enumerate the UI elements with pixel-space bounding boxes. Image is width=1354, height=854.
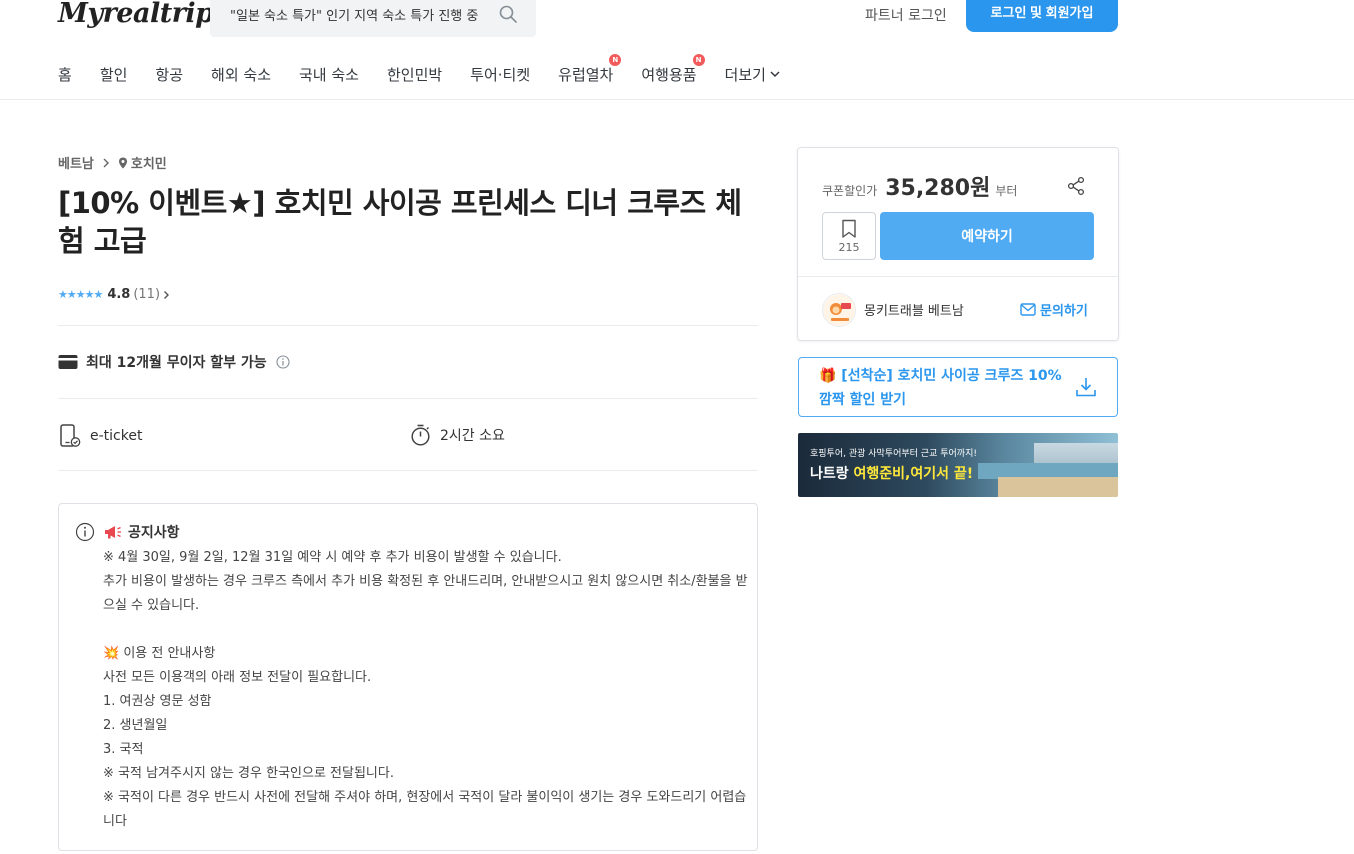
divider xyxy=(58,398,758,399)
logo[interactable]: Myrealtrip xyxy=(58,0,214,29)
nav-item-discount[interactable]: 할인 xyxy=(100,64,128,84)
info-icon[interactable] xyxy=(276,355,290,369)
price-suffix: 부터 xyxy=(995,184,1018,198)
notice-box: 공지사항 ※ 4월 30일, 9월 2일, 12월 31일 예약 시 예약 후 … xyxy=(58,503,758,851)
download-icon xyxy=(1076,378,1096,397)
notice-header: 공지사항 xyxy=(75,522,180,542)
new-badge: N xyxy=(692,54,705,66)
header: Myrealtrip "일본 숙소 특가" 인기 지역 숙소 특가 진행 중 파… xyxy=(0,0,1354,100)
nav-item-more[interactable]: 더보기 xyxy=(725,64,781,84)
notice-content: ※ 4월 30일, 9월 2일, 12월 31일 예약 시 예약 후 추가 비용… xyxy=(103,546,748,834)
breadcrumb-city[interactable]: 호치민 xyxy=(131,153,167,172)
rating-summary[interactable]: ★★★★★ 4.8 (11) xyxy=(58,287,170,302)
share-icon[interactable] xyxy=(1066,176,1086,196)
breadcrumb-country[interactable]: 베트남 xyxy=(58,153,94,172)
wishlist-count: 215 xyxy=(838,241,860,254)
search-icon[interactable] xyxy=(498,4,518,24)
chevron-down-icon xyxy=(770,71,780,78)
ticket-type-info: e-ticket xyxy=(60,424,142,448)
notice-line xyxy=(103,618,748,642)
rating-score: 4.8 xyxy=(107,287,131,302)
seller-name[interactable]: 몽키트래블 베트남 xyxy=(864,300,964,319)
new-badge: N xyxy=(609,54,622,66)
info-icon xyxy=(75,522,95,542)
nav-item-europe-train[interactable]: 유럽열차 N xyxy=(558,54,622,84)
coupon-text: 🎁 [선착순] 호치민 사이공 크루즈 10% 깜짝 할인 받기 xyxy=(819,368,1062,408)
partner-login-link[interactable]: 파트너 로그인 xyxy=(865,5,947,25)
nav-item-domestic-stay[interactable]: 국내 숙소 xyxy=(299,64,359,84)
bookmark-icon xyxy=(842,219,856,238)
divider xyxy=(58,325,758,326)
seller-logo-icon xyxy=(824,295,855,326)
nav-item-travel-goods[interactable]: 여행용품 N xyxy=(641,54,705,84)
divider xyxy=(798,276,1118,277)
notice-line: ※ 4월 30일, 9월 2일, 12월 31일 예약 시 예약 후 추가 비용… xyxy=(103,550,562,565)
installment-text: 최대 12개월 무이자 할부 가능 xyxy=(86,355,267,371)
main-nav: 홈 할인 항공 해외 숙소 국내 숙소 한인민박 투어·티켓 유럽열차 N 여행용… xyxy=(58,54,809,84)
login-signup-button[interactable]: 로그인 및 회원가입 xyxy=(966,0,1118,32)
credit-card-icon xyxy=(58,355,78,369)
price-row: 쿠폰할인가 35,280원 부터 xyxy=(822,170,1017,202)
notice-line: 추가 비용이 발생하는 경우 크루즈 측에서 추가 비용 확정된 후 안내드리며… xyxy=(103,574,748,613)
megaphone-icon xyxy=(105,526,121,539)
search-input[interactable]: "일본 숙소 특가" 인기 지역 숙소 특가 진행 중 xyxy=(230,5,486,24)
notice-line: 💥 이용 전 안내사항 xyxy=(103,646,216,661)
product-title: [10% 이벤트★] 호치민 사이공 프린세스 디너 크루즈 체험 고급 xyxy=(58,186,742,258)
notice-title: 공지사항 xyxy=(128,525,180,541)
installment-info: 최대 12개월 무이자 할부 가능 xyxy=(58,352,290,372)
chevron-right-icon xyxy=(164,290,170,299)
banner-title: 나트랑 여행준비,여기서 끝! xyxy=(810,466,974,482)
breadcrumb: 베트남 호치민 xyxy=(58,153,167,172)
nav-item-korean-minbak[interactable]: 한인민박 xyxy=(387,64,442,84)
seller-avatar[interactable] xyxy=(822,293,856,327)
divider xyxy=(58,470,758,471)
booking-card: 쿠폰할인가 35,280원 부터 215 예약하기 몽키트래블 베트남 문의하기 xyxy=(797,147,1119,341)
promo-banner[interactable]: 호핑투어, 관광 사막투어부터 근교 투어까지! 나트랑 여행준비,여기서 끝! xyxy=(798,433,1118,497)
price-label: 쿠폰할인가 xyxy=(822,184,878,198)
mobile-ticket-icon xyxy=(60,424,81,447)
price-value: 35,280원 xyxy=(885,176,991,201)
notice-line: ※ 국적 남겨주시지 않는 경우 한국인으로 전달됩니다. xyxy=(103,766,394,781)
banner-beach-graphic xyxy=(998,477,1118,497)
nav-item-home[interactable]: 홈 xyxy=(58,64,72,84)
duration: 2시간 소요 xyxy=(440,428,505,444)
rating-stars-icon: ★★★★★ xyxy=(58,288,103,301)
reserve-button[interactable]: 예약하기 xyxy=(880,212,1094,260)
nav-item-overseas-stay[interactable]: 해외 숙소 xyxy=(211,64,271,84)
mail-icon xyxy=(1020,303,1036,316)
notice-line: 2. 생년월일 xyxy=(103,718,168,733)
coupon-download-button[interactable]: 🎁 [선착순] 호치민 사이공 크루즈 10% 깜짝 할인 받기 xyxy=(798,357,1118,417)
nav-item-flight[interactable]: 항공 xyxy=(155,64,183,84)
notice-line: 1. 여권상 영문 성함 xyxy=(103,694,212,709)
wishlist-button[interactable]: 215 xyxy=(822,212,876,260)
nav-item-tour-ticket[interactable]: 투어·티켓 xyxy=(470,64,530,84)
notice-line: ※ 국적이 다른 경우 반드시 사전에 전달해 주셔야 하며, 현장에서 국적이… xyxy=(103,790,747,829)
notice-line: 3. 국적 xyxy=(103,742,144,757)
search-bar[interactable]: "일본 숙소 특가" 인기 지역 숙소 특가 진행 중 xyxy=(210,0,536,37)
chevron-right-icon xyxy=(103,158,109,167)
contact-button[interactable]: 문의하기 xyxy=(1020,300,1088,319)
location-pin-icon xyxy=(118,157,127,168)
review-count: (11) xyxy=(133,287,161,302)
ticket-type: e-ticket xyxy=(90,428,143,444)
banner-subtitle: 호핑투어, 관광 사막투어부터 근교 투어까지! xyxy=(810,449,977,459)
notice-line: 사전 모든 이용객의 아래 정보 전달이 필요합니다. xyxy=(103,670,372,685)
duration-info: 2시간 소요 xyxy=(410,424,505,446)
timer-icon xyxy=(411,424,430,446)
